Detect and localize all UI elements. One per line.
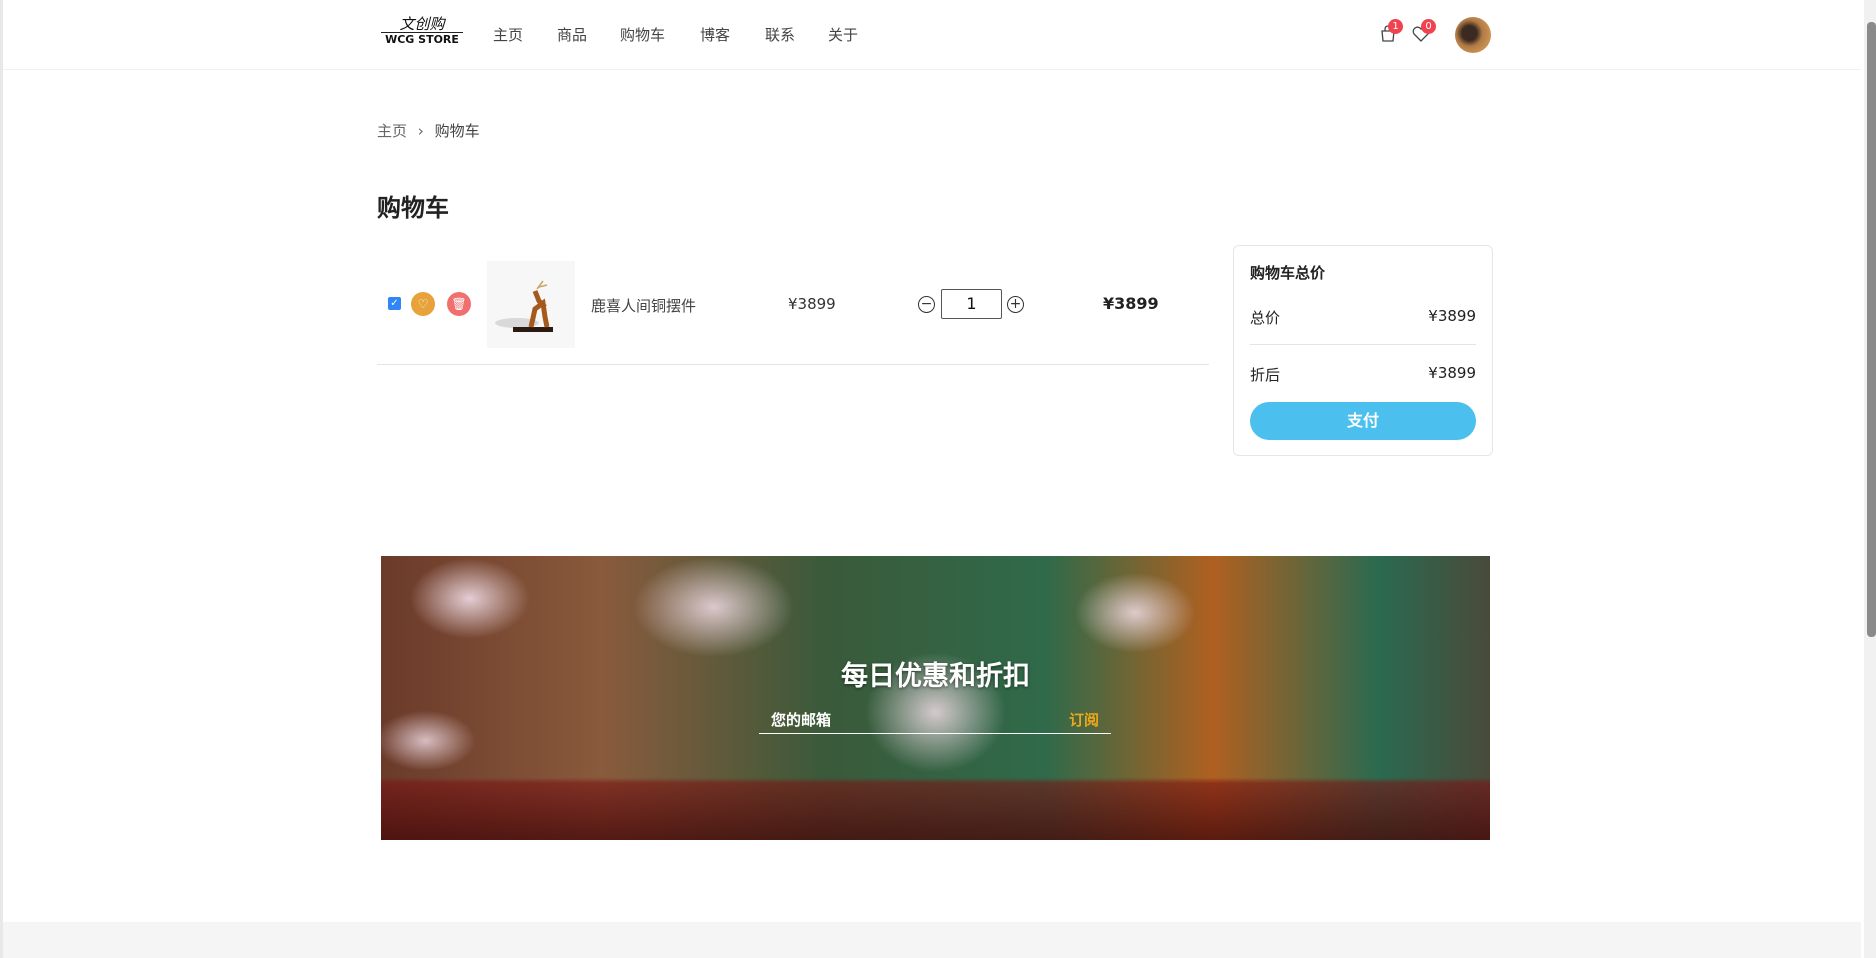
nav-cart[interactable]: 购物车 bbox=[620, 24, 665, 45]
top-nav: 文创购 WCG STORE 主页 商品 购物车 博客 联系 关于 1 0 bbox=[3, 0, 1861, 70]
cart-summary: 购物车总价 总价 ¥3899 折后 ¥3899 支付 bbox=[1233, 245, 1493, 456]
nav-contact[interactable]: 联系 bbox=[765, 24, 795, 45]
wishlist-icon-button[interactable]: 0 bbox=[1412, 19, 1436, 47]
product-name[interactable]: 鹿喜人间铜摆件 bbox=[591, 295, 696, 316]
favorite-button[interactable]: ♡ bbox=[411, 292, 435, 316]
email-placeholder: 您的邮箱 bbox=[771, 711, 832, 729]
nav-blog[interactable]: 博客 bbox=[700, 24, 730, 45]
wishlist-count-badge: 0 bbox=[1421, 19, 1436, 34]
cart-icon-button[interactable]: 1 bbox=[1379, 19, 1403, 47]
breadcrumb: 主页 › 购物车 bbox=[377, 120, 480, 141]
total-label: 总价 bbox=[1250, 309, 1281, 327]
scrollbar-thumb[interactable] bbox=[1867, 22, 1876, 637]
avatar[interactable] bbox=[1455, 17, 1491, 53]
increase-quantity-button[interactable]: + bbox=[1007, 296, 1024, 313]
delete-button[interactable]: 🗑 bbox=[447, 292, 471, 316]
logo[interactable]: 文创购 WCG STORE bbox=[381, 16, 463, 50]
summary-discount-row: 折后 ¥3899 bbox=[1250, 364, 1476, 385]
minus-icon: − bbox=[920, 296, 933, 312]
product-image[interactable] bbox=[487, 261, 575, 348]
heart-icon: ♡ bbox=[417, 297, 429, 311]
banner-title: 每日优惠和折扣 bbox=[841, 661, 1030, 692]
total-value: ¥3899 bbox=[1428, 307, 1476, 325]
deer-figurine-image bbox=[495, 280, 553, 332]
discount-value: ¥3899 bbox=[1428, 364, 1476, 382]
footer bbox=[3, 922, 1861, 958]
plus-icon: + bbox=[1009, 296, 1022, 312]
breadcrumb-home[interactable]: 主页 bbox=[377, 122, 407, 140]
nav-products[interactable]: 商品 bbox=[557, 24, 587, 45]
item-subtotal: ¥3899 bbox=[1103, 294, 1159, 313]
summary-total-row: 总价 ¥3899 bbox=[1250, 307, 1476, 328]
trash-icon: 🗑 bbox=[451, 297, 467, 311]
nav-home[interactable]: 主页 bbox=[493, 24, 523, 45]
discount-label: 折后 bbox=[1250, 366, 1281, 384]
quantity-input[interactable]: 1 bbox=[941, 289, 1002, 319]
subscribe-button[interactable]: 订阅 bbox=[1069, 709, 1099, 730]
newsletter-banner: 每日优惠和折扣 您的邮箱 订阅 bbox=[381, 556, 1490, 840]
unit-price: ¥3899 bbox=[788, 295, 836, 313]
page-title: 购物车 bbox=[377, 194, 449, 222]
decrease-quantity-button[interactable]: − bbox=[918, 296, 935, 313]
cart-count-badge: 1 bbox=[1388, 19, 1403, 34]
breadcrumb-current: 购物车 bbox=[434, 122, 480, 140]
summary-divider bbox=[1250, 344, 1476, 345]
email-input[interactable]: 您的邮箱 订阅 bbox=[759, 706, 1111, 734]
item-checkbox[interactable]: ✓ bbox=[388, 297, 401, 310]
chevron-right-icon: › bbox=[417, 122, 424, 140]
row-divider bbox=[377, 364, 1209, 365]
nav-about[interactable]: 关于 bbox=[828, 24, 858, 45]
summary-title: 购物车总价 bbox=[1250, 264, 1326, 282]
pay-button[interactable]: 支付 bbox=[1250, 402, 1476, 440]
